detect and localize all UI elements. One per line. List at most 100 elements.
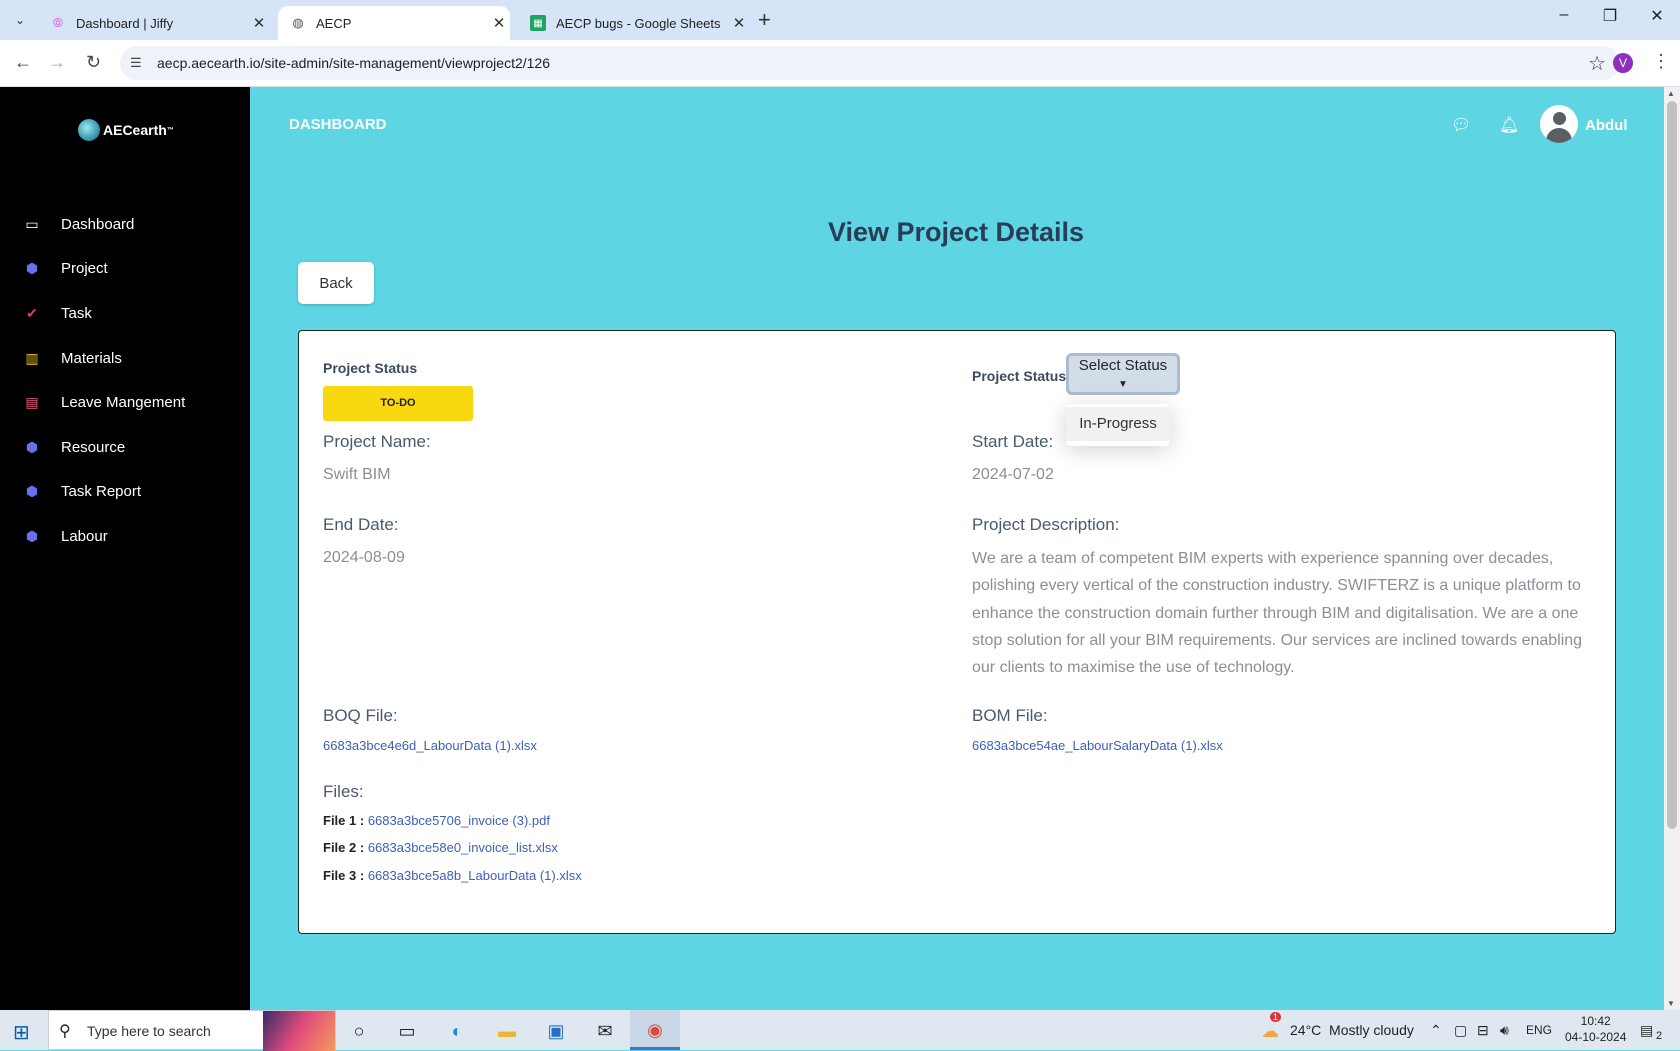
sidebar-item-task[interactable]: ✔ Task [0,291,250,336]
sidebar-item-label: Task Report [61,483,142,501]
boq-file-label: BOQ File: [323,706,398,725]
weather-badge: 1 [1270,1012,1282,1022]
sidebar-item-task-report[interactable]: ⬢ Task Report [0,470,250,515]
weather-icon[interactable]: ☁ [1257,1018,1283,1044]
chevron-up-icon[interactable]: ⌃ [1430,1022,1442,1039]
tab-search-chevron-icon[interactable]: ⌄ [8,8,32,32]
start-date-value: 2024-07-02 [972,466,1054,483]
end-date-label: End Date: [323,515,399,534]
sidebar-item-materials[interactable]: ▥ Materials [0,336,250,381]
windows-start-icon[interactable]: ⊞ [13,1020,30,1045]
bookmark-star-icon[interactable]: ☆ [1588,51,1606,76]
status-badge: TO-DO [323,386,473,421]
task-view-icon[interactable]: ▭ [394,1018,420,1044]
sidebar-item-resource[interactable]: ⬢ Resource [0,425,250,470]
file-link[interactable]: 6683a3bce5706_invoice (3).pdf [368,813,550,828]
sidebar-item-project[interactable]: ⬢ Project [0,247,250,292]
browser-menu-icon[interactable]: ⋮ [1652,51,1670,72]
project-name-value: Swift BIM [323,466,391,483]
tab-title: Dashboard | Jiffy [76,15,174,31]
url-text[interactable]: aecp.aecearth.io/site-admin/site-managem… [157,55,550,71]
project-status-label: Project Status [323,360,418,376]
reload-icon[interactable]: ↻ [86,52,101,73]
weather-text[interactable]: 24°C Mostly cloudy [1290,1022,1414,1038]
sidebar-item-labour[interactable]: ⬢ Labour [0,514,250,559]
tab-title: AECP [316,15,352,31]
volume-icon[interactable]: 🔊︎ [1500,1022,1509,1039]
cortana-icon[interactable]: ○ [346,1018,372,1044]
window-close-icon[interactable]: ✕ [1637,6,1677,26]
username[interactable]: Abdul [1585,117,1628,134]
forward-arrow-icon[interactable]: → [48,52,66,73]
chat-icon[interactable]: 💬︎ [1451,115,1471,135]
profile-avatar[interactable]: V [1613,53,1633,73]
sidebar-item-leave-management[interactable]: ▤ Leave Mangement [0,380,250,425]
file-link[interactable]: 6683a3bce58e0_invoice_list.xlsx [368,840,558,855]
cube-icon: ⬢ [25,438,39,455]
file-row: File 2 : 6683a3bce58e0_invoice_list.xlsx [323,840,558,855]
search-highlight-image [263,1011,335,1051]
meet-icon[interactable]: ▢ [1454,1022,1467,1039]
header-title[interactable]: DASHBOARD [289,116,387,133]
file-explorer-icon[interactable]: ▬ [494,1018,520,1044]
site-info-icon[interactable]: ☰ [130,55,142,71]
cube-icon: ⬢ [25,260,39,277]
url-field[interactable]: ☰ aecp.aecearth.io/site-admin/site-manag… [120,46,1620,80]
file-row-label: File 3 : [323,868,365,883]
close-icon[interactable]: ✕ [728,14,750,32]
file-row: File 1 : 6683a3bce5706_invoice (3).pdf [323,813,550,828]
scroll-down-icon[interactable]: ▼ [1667,999,1675,1008]
project-status-select-label: Project Status [972,368,1067,384]
network-icon[interactable]: ⊟ [1477,1022,1489,1039]
clock-time: 10:42 [1580,1014,1611,1028]
page-scrollbar[interactable]: ▲ ▼ [1664,87,1680,1010]
chrome-taskbar-button[interactable]: ◉ [630,1010,680,1050]
page-title: View Project Details [827,217,1085,247]
minimize-icon[interactable]: – [1544,6,1584,24]
check-icon: ✔ [26,304,38,321]
scroll-up-icon[interactable]: ▲ [1667,89,1675,98]
language-indicator[interactable]: ENG [1526,1023,1552,1037]
store-icon[interactable]: ▣ [543,1018,569,1044]
dropdown-option-in-progress[interactable]: In-Progress [1066,407,1170,441]
chrome-icon: ◉ [647,1019,663,1040]
files-label: Files: [323,782,364,801]
close-icon[interactable]: ✕ [248,14,270,32]
project-name-label: Project Name: [323,432,431,451]
project-description: We are a team of competent BIM experts w… [972,550,1583,677]
calendar-icon: ▤ [25,394,39,411]
fingerprint-icon: ⦾ [52,15,64,30]
restore-icon[interactable]: ❐ [1590,6,1630,26]
back-arrow-icon[interactable]: ← [14,52,32,73]
browser-tab-bar: ⌄ ⦾ Dashboard | Jiffy ✕ ◍ AECP ✕ ▦ AECP … [0,0,1680,40]
bell-icon[interactable]: 🔔︎ [1499,115,1519,135]
bom-file-link[interactable]: 6683a3bce54ae_LabourSalaryData (1).xlsx [972,738,1223,753]
file-link[interactable]: 6683a3bce5a8b_LabourData (1).xlsx [368,868,582,883]
mail-icon[interactable]: ✉ [592,1018,618,1044]
cube-icon: ⬢ [25,527,39,544]
scrollbar-thumb[interactable] [1667,101,1677,829]
tab-aecp-bugs[interactable]: ▦ AECP bugs - Google Sheets ✕ [518,6,750,40]
project-description-label: Project Description: [972,515,1120,534]
avatar-head [1553,112,1566,125]
sidebar-item-label: Leave Mangement [61,394,186,412]
sidebar-item-label: Materials [61,349,122,367]
edge-icon[interactable]: ◐ [444,1018,470,1044]
file-row-label: File 1 : [323,813,365,828]
logo-globe-icon [78,119,100,141]
boq-file-link[interactable]: 6683a3bce4e6d_LabourData (1).xlsx [323,738,537,753]
close-icon[interactable]: ✕ [488,14,510,32]
logo[interactable]: AECearth ™ [78,119,174,141]
back-button[interactable]: Back [298,262,374,304]
taskbar-search[interactable]: ⚲ Type here to search [48,1010,336,1051]
clock[interactable]: 10:42 04-10-2024 [1565,1013,1626,1045]
sidebar-item-label: Resource [61,438,126,456]
project-details-card: Project Status TO-DO Project Status Sele… [298,330,1616,934]
search-placeholder: Type here to search [87,1023,211,1039]
tab-dashboard-jiffy[interactable]: ⦾ Dashboard | Jiffy ✕ [38,6,270,40]
notification-icon[interactable]: ▤ [1640,1022,1653,1039]
new-tab-button[interactable]: + [758,8,771,32]
avatar[interactable] [1540,105,1578,143]
select-status-button[interactable]: Select Status ▼ [1066,353,1180,395]
tab-aecp[interactable]: ◍ AECP ✕ [278,6,510,40]
